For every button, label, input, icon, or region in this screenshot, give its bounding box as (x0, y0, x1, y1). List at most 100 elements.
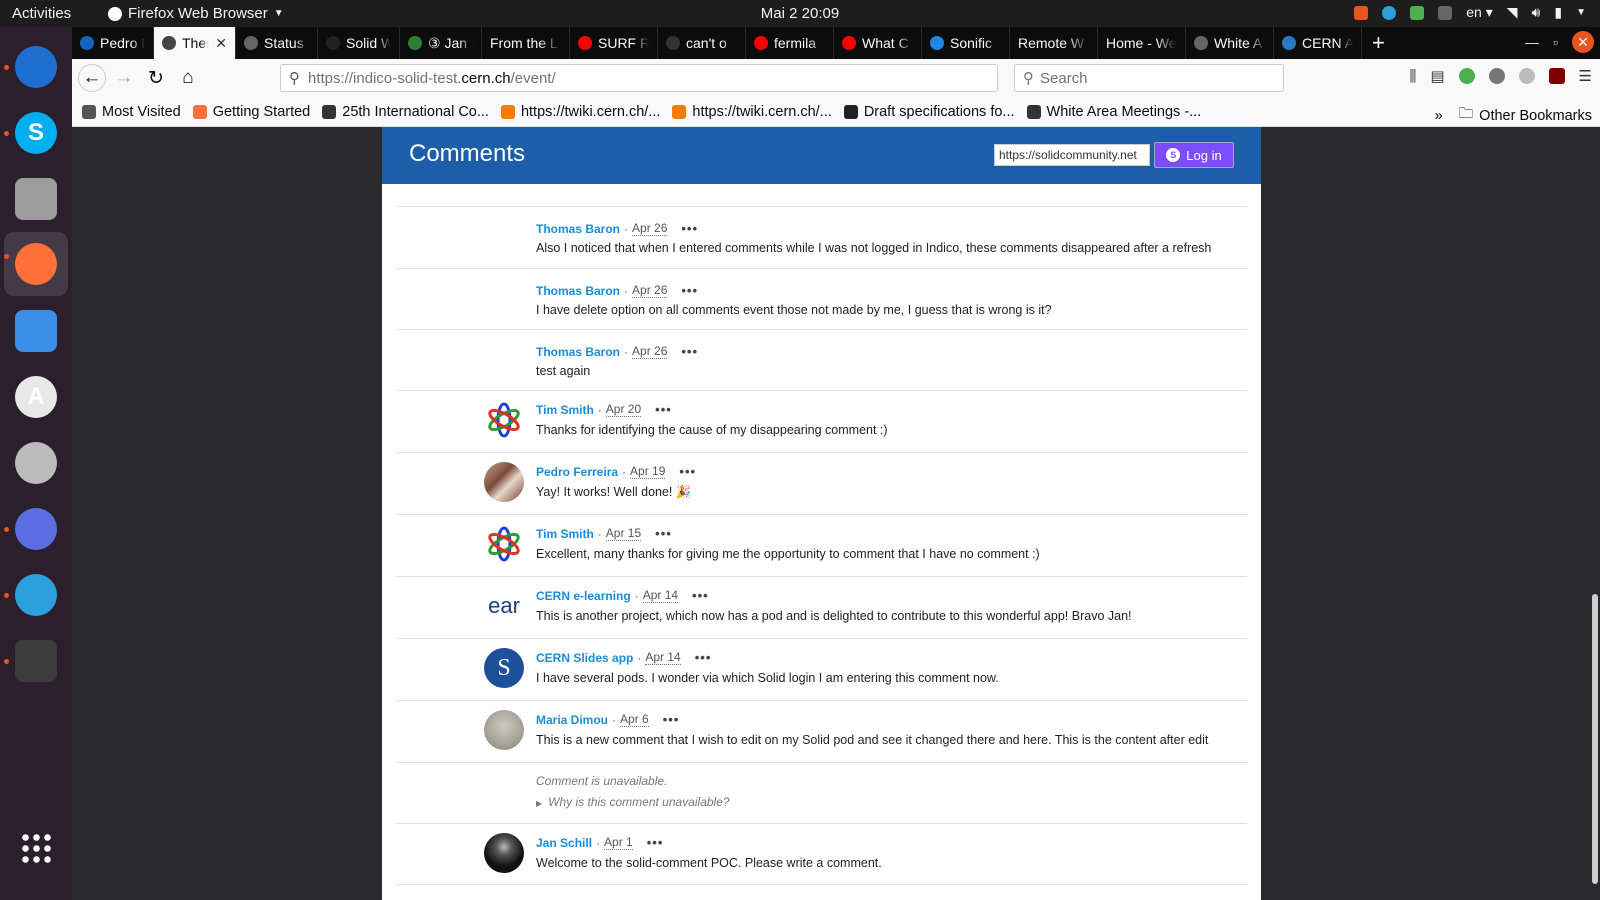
tab-1[interactable]: Thes ✕ (154, 27, 236, 59)
tab-6[interactable]: SURF R (570, 27, 658, 59)
comment-author[interactable]: Thomas Baron (536, 222, 620, 236)
tab-5[interactable]: From the L (482, 27, 570, 59)
comment-text: Thanks for identifying the cause of my d… (536, 423, 888, 437)
extension-grey-icon[interactable] (1518, 68, 1535, 84)
more-options-icon[interactable]: ••• (647, 835, 664, 850)
comment-author[interactable]: Maria Dimou (536, 713, 608, 727)
dock-atom[interactable] (12, 505, 60, 553)
chevron-right-double-icon[interactable]: » (1435, 108, 1443, 124)
maximize-icon[interactable]: ▫ (1553, 34, 1558, 50)
bookmark-item[interactable]: Draft specifications fo... (843, 104, 1015, 120)
minimize-icon[interactable]: — (1525, 34, 1539, 50)
hamburger-menu-icon[interactable]: ☰ (1579, 67, 1592, 85)
bookmark-item[interactable]: https://twiki.cern.ch/... (672, 104, 832, 120)
language-indicator[interactable]: en ▾ (1466, 4, 1493, 21)
more-options-icon[interactable]: ••• (655, 526, 672, 541)
dock-settings[interactable] (12, 439, 60, 487)
comment-author[interactable]: Tim Smith (536, 527, 594, 541)
comment-author[interactable]: CERN Slides app (536, 651, 633, 665)
forward-button[interactable]: → (110, 64, 138, 92)
comment-date[interactable]: Apr 26 (632, 221, 668, 236)
url-bar[interactable]: ⚲ https://indico-solid-test. cern.ch/even… (280, 64, 998, 92)
login-button[interactable]: S Log in (1154, 142, 1234, 168)
tab-2[interactable]: Status (236, 27, 318, 59)
comment-author[interactable]: Pedro Ferreira (536, 465, 618, 479)
bookmark-item[interactable]: Most Visited (82, 104, 181, 120)
back-button[interactable]: ← (78, 64, 106, 92)
comment-author[interactable]: Thomas Baron (536, 345, 620, 359)
more-options-icon[interactable]: ••• (681, 344, 698, 359)
comment-date[interactable]: Apr 15 (605, 526, 642, 541)
cloud-icon[interactable] (1438, 5, 1453, 20)
tab-10[interactable]: Sonific (922, 27, 1010, 59)
sidebar-icon[interactable]: ▤ (1430, 67, 1444, 85)
tab-14[interactable]: CERN A (1274, 27, 1362, 59)
tab-3[interactable]: Solid W (318, 27, 400, 59)
new-tab-button[interactable]: + (1362, 27, 1395, 59)
tab-9[interactable]: What C (834, 27, 922, 59)
dock-thunderbird[interactable] (12, 43, 60, 91)
comment-date[interactable]: Apr 26 (632, 344, 668, 359)
dock-skype[interactable]: S (12, 109, 60, 157)
more-options-icon[interactable]: ••• (663, 712, 680, 727)
shield-icon[interactable] (1354, 5, 1369, 20)
comment-author[interactable]: Thomas Baron (536, 284, 620, 298)
home-button[interactable]: ⌂ (174, 64, 202, 92)
tab-0[interactable]: Pedro F (72, 27, 154, 59)
why-unavailable-toggle[interactable]: ▶ Why is this comment unavailable? (536, 795, 730, 809)
ublock-icon[interactable] (1548, 68, 1565, 84)
more-options-icon[interactable]: ••• (681, 221, 698, 236)
check-icon[interactable] (1410, 5, 1425, 20)
search-box[interactable]: ⚲ Search (1014, 64, 1284, 92)
dock-telegram[interactable] (12, 571, 60, 619)
comment-author[interactable]: Tim Smith (536, 403, 594, 417)
more-options-icon[interactable]: ••• (681, 283, 698, 298)
comment-date[interactable]: Apr 14 (642, 588, 679, 603)
show-apps-grid-icon[interactable] (20, 832, 52, 864)
dock-firefox[interactable] (4, 232, 68, 296)
bookmark-item[interactable]: Getting Started (192, 104, 310, 120)
comment-date[interactable]: Apr 26 (632, 283, 668, 298)
comment-author[interactable]: CERN e-learning (536, 589, 631, 603)
close-window-icon[interactable]: ✕ (1572, 31, 1594, 53)
battery-icon[interactable]: ▮ (1554, 4, 1562, 21)
volume-icon[interactable]: 🔊︎ (1532, 4, 1541, 21)
close-tab-icon[interactable]: ✕ (215, 35, 227, 52)
extension-green-icon[interactable] (1458, 68, 1475, 84)
tab-4[interactable]: ③ Jan S (400, 27, 482, 59)
dock-software[interactable]: A (12, 373, 60, 421)
scrollbar-thumb[interactable] (1592, 594, 1598, 884)
comment-author[interactable]: Jan Schill (536, 836, 592, 850)
dock-terminal[interactable] (12, 637, 60, 685)
more-options-icon[interactable]: ••• (679, 464, 696, 479)
comment-date[interactable]: Apr 14 (645, 650, 681, 665)
wifi-icon[interactable]: ◥ (1507, 4, 1518, 21)
library-icon[interactable]: ⫼ (1409, 68, 1416, 85)
comment-date[interactable]: Apr 19 (630, 464, 666, 479)
more-options-icon[interactable]: ••• (695, 650, 712, 665)
comment-date[interactable]: Apr 1 (604, 835, 633, 850)
comment-date[interactable]: Apr 20 (605, 402, 642, 417)
scrollbar[interactable] (1590, 127, 1600, 900)
tab-8[interactable]: fermila (746, 27, 834, 59)
dock-files[interactable] (12, 175, 60, 223)
more-options-icon[interactable]: ••• (655, 402, 672, 417)
other-bookmarks[interactable]: » 🗀 Other Bookmarks (1435, 103, 1592, 128)
telegram-icon[interactable] (1382, 5, 1397, 20)
tab-7[interactable]: can't o (658, 27, 746, 59)
comment-date[interactable]: Apr 6 (620, 712, 649, 727)
reload-button[interactable]: ↻ (142, 64, 170, 92)
bookmark-item[interactable]: White Area Meetings -... (1026, 104, 1201, 120)
dock-calendar[interactable] (12, 307, 60, 355)
activities-button[interactable]: Activities (12, 5, 71, 22)
account-icon[interactable] (1488, 68, 1505, 84)
bookmark-item[interactable]: 25th International Co... (322, 104, 489, 120)
tab-11[interactable]: Remote W (1010, 27, 1098, 59)
app-menu[interactable]: Firefox Web Browser ▼ (108, 5, 284, 22)
more-options-icon[interactable]: ••• (692, 588, 709, 603)
tab-13[interactable]: White A (1186, 27, 1274, 59)
chevron-down-icon[interactable]: ▼ (1576, 7, 1586, 18)
bookmark-item[interactable]: https://twiki.cern.ch/... (500, 104, 660, 120)
solid-provider-input[interactable] (994, 144, 1150, 166)
tab-12[interactable]: Home - We (1098, 27, 1186, 59)
